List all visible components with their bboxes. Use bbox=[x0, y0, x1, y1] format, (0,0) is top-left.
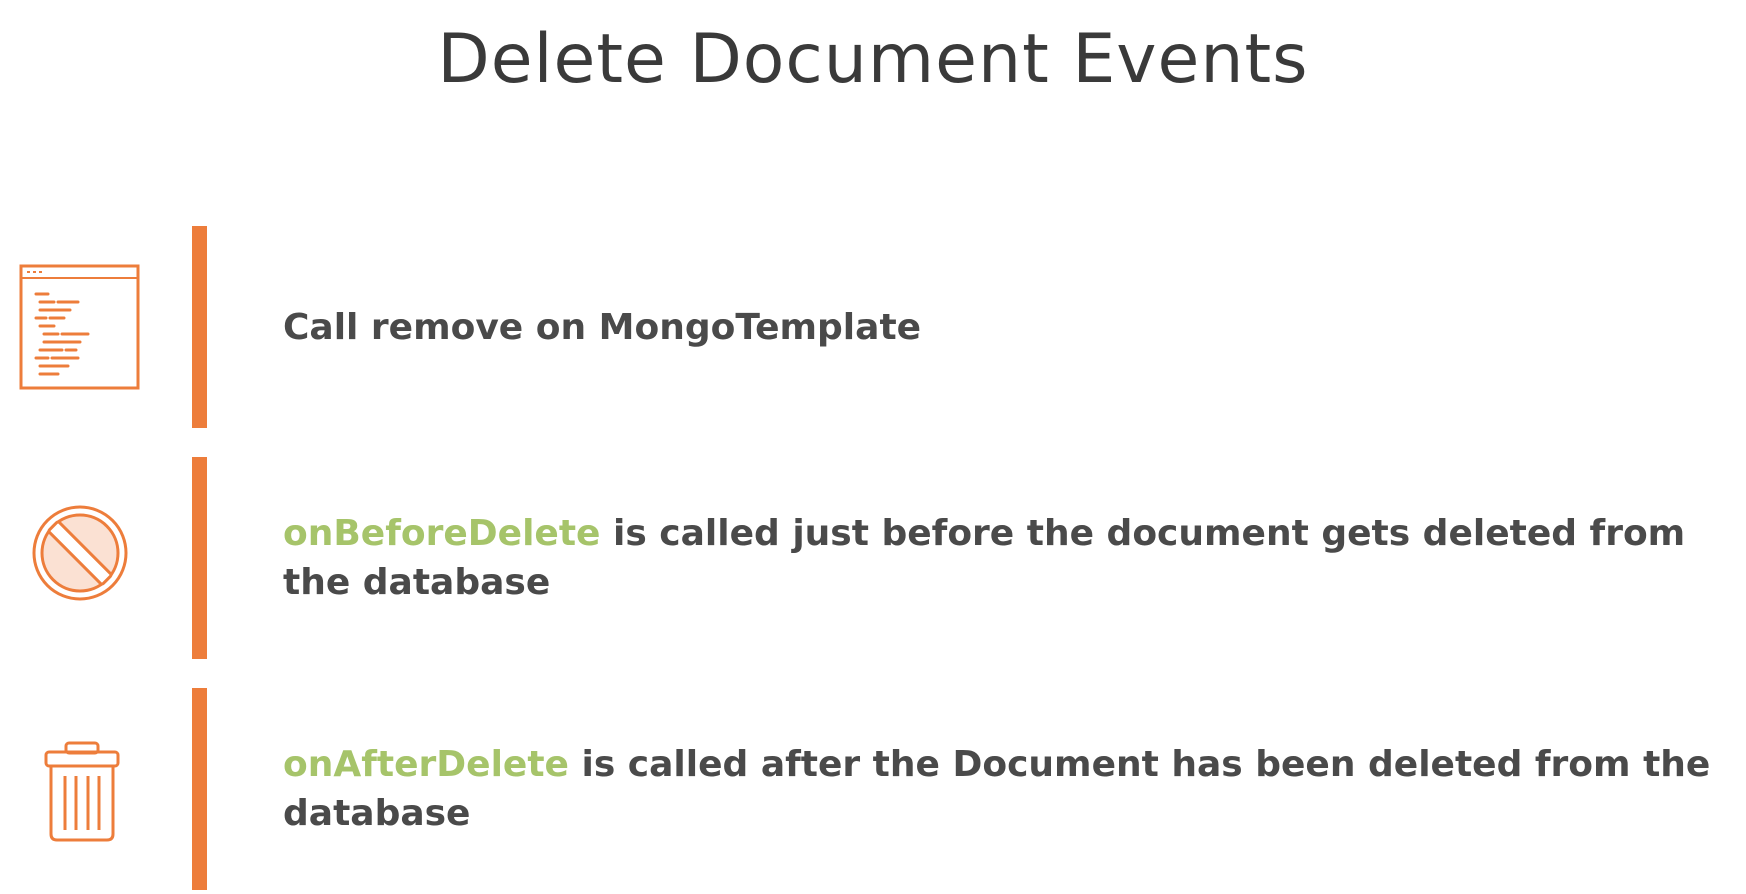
event-description: onBeforeDelete is called just before the… bbox=[283, 457, 1723, 659]
event-name: onAfterDelete bbox=[283, 744, 569, 785]
event-item-remove: Call remove on MongoTemplate bbox=[0, 226, 1746, 428]
event-item-before-delete: onBeforeDelete is called just before the… bbox=[0, 457, 1746, 659]
event-description: Call remove on MongoTemplate bbox=[283, 226, 1723, 428]
code-document-icon bbox=[18, 262, 142, 392]
slide-title: Delete Document Events bbox=[437, 20, 1309, 99]
accent-bar bbox=[192, 688, 207, 890]
event-item-after-delete: onAfterDelete is called after the Docume… bbox=[0, 688, 1746, 890]
prohibited-icon bbox=[18, 493, 142, 623]
event-name: onBeforeDelete bbox=[283, 513, 601, 554]
trash-can-icon bbox=[18, 724, 142, 854]
accent-bar bbox=[192, 457, 207, 659]
accent-bar bbox=[192, 226, 207, 428]
event-text: Call remove on MongoTemplate bbox=[283, 306, 922, 348]
event-description: onAfterDelete is called after the Docume… bbox=[283, 688, 1723, 890]
